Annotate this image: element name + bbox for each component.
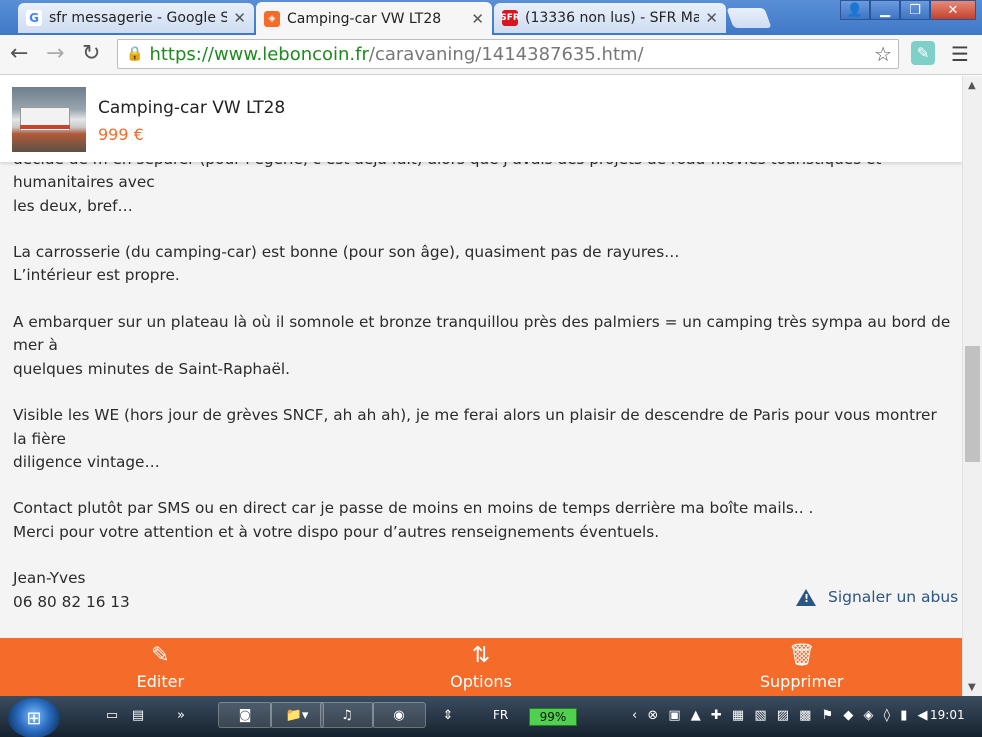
forward-arrow-icon[interactable]: → [46, 41, 64, 66]
tab-sfr-messagerie[interactable]: G sfr messagerie - Google Se ✕ [18, 3, 254, 33]
new-tab-button[interactable] [726, 8, 772, 28]
language-indicator[interactable]: FR [493, 708, 508, 722]
page-content: Camping-car VW LT28 999 € décidé de m’en… [0, 76, 962, 696]
edit-button[interactable]: ✎ Editer [0, 638, 321, 696]
maximize-button[interactable]: ❐ [900, 0, 930, 20]
pencil-icon: ✎ [151, 642, 170, 668]
description-line: A embarquer sur un plateau là où il somn… [13, 313, 951, 355]
tab-label: sfr messagerie - Google Se [49, 10, 228, 26]
description-line: Visible les WE (hors jour de grèves SNCF… [13, 406, 937, 448]
system-tray-icons[interactable]: ‹ ⊗ ▣ ▲ ✚ ▦ ▧ ▨ ▩ ⚑ ◆ ◈ ◊ ▮ ◀ [632, 708, 930, 723]
listing-description: décidé de m’en séparer (pour l’égérie, c… [13, 148, 953, 614]
sort-icon: ⇅ [471, 642, 491, 668]
lock-icon: 🔒 [126, 46, 144, 62]
edit-label: Editer [136, 671, 185, 691]
taskbar-folder-icon[interactable]: 📁▾ [270, 702, 324, 728]
extension-icon[interactable]: ✎ [911, 41, 935, 65]
tab-label: Camping-car VW LT28 [287, 10, 442, 27]
url-host: https://www.leboncoin.fr [149, 43, 369, 65]
warning-icon: ! [796, 588, 816, 606]
listing-title: Camping-car VW LT28 [98, 98, 286, 118]
description-line: diligence vintage… [13, 452, 160, 471]
description-line: L’intérieur est propre. [13, 266, 180, 285]
delete-label: Supprimer [759, 671, 844, 691]
scrollbar-thumb[interactable] [965, 346, 980, 462]
bookmark-star-icon[interactable]: ☆ [874, 42, 892, 66]
scroll-up-icon[interactable]: ▲ [968, 80, 976, 91]
windows-taskbar: ⊞ ▭ ▤ » ◙ 📁▾ ♫ ◉ ⇕ FR 99% ‹ ⊗ ▣ ▲ ✚ ▦ ▧ … [0, 696, 982, 737]
van-stripe [20, 125, 70, 129]
taskbar-music-icon[interactable]: ♫ [320, 702, 374, 728]
tab-sfr-mail[interactable]: SFR (13336 non lus) - SFR Mail ✕ [494, 3, 726, 33]
page-scrollbar[interactable]: ▲ ▼ [962, 76, 982, 696]
window-controls: 👤 ▁ ❐ ✕ [840, 0, 976, 20]
address-bar[interactable]: 🔒 https://www.leboncoin.fr/caravaning/14… [117, 39, 899, 69]
description-line: Merci pour votre attention et à votre di… [13, 522, 660, 541]
description-line: La carrosserie (du camping-car) est bonn… [13, 243, 680, 262]
menu-icon[interactable]: ☰ [951, 42, 969, 66]
profile-icon[interactable]: 👤 [840, 0, 870, 20]
options-label: Options [450, 671, 512, 691]
description-line: les deux, bref… [13, 196, 133, 215]
delete-button[interactable]: 🗑 Supprimer [641, 638, 962, 696]
url-path: /caravaning/1414387635.htm/ [368, 43, 644, 65]
start-button[interactable]: ⊞ [8, 698, 60, 737]
reload-icon[interactable]: ↻ [82, 41, 100, 66]
browser-toolbar: ← → ↻ 🔒 https://www.leboncoin.fr/caravan… [0, 35, 982, 75]
action-bar: ✎ Editer ⇅ Options 🗑 Supprimer [0, 638, 962, 696]
close-window-button[interactable]: ✕ [930, 0, 976, 20]
clock[interactable]: 19:01 [930, 708, 965, 722]
description-line: Contact plutôt par SMS ou en direct car … [13, 499, 814, 518]
tab-camping-car[interactable]: ◈ Camping-car VW LT28 ✕ [256, 2, 492, 35]
listing-price: 999 € [98, 125, 144, 144]
sfr-icon: SFR [500, 10, 520, 26]
window-switch-icon[interactable]: ▤ [124, 702, 152, 728]
minimize-button[interactable]: ▁ [870, 0, 900, 20]
back-arrow-icon[interactable]: ← [10, 41, 28, 66]
description-line: quelques minutes de Saint-Raphaël. [13, 359, 290, 378]
report-abuse-link[interactable]: ! Signaler un abus [796, 588, 958, 606]
show-desktop-icon[interactable]: ▭ [98, 702, 126, 728]
close-icon[interactable]: ✕ [233, 9, 246, 27]
listing-thumbnail[interactable] [12, 87, 86, 152]
leboncoin-icon: ◈ [264, 10, 280, 27]
close-icon[interactable]: ✕ [471, 10, 484, 28]
listing-header: Camping-car VW LT28 999 € [0, 76, 962, 162]
taskbar-chrome-icon[interactable]: ◉ [372, 702, 426, 728]
expand-chevron-icon[interactable]: » [172, 702, 190, 728]
taskbar-app-1[interactable]: ◙ [218, 702, 272, 728]
report-abuse-label: Signaler un abus [828, 588, 959, 606]
close-icon[interactable]: ✕ [705, 9, 718, 27]
trash-icon: 🗑 [787, 642, 816, 668]
browser-titlebar: G sfr messagerie - Google Se ✕ ◈ Camping… [0, 0, 982, 35]
options-button[interactable]: ⇅ Options [321, 638, 642, 696]
taskbar-scroll-icon[interactable]: ⇕ [440, 702, 456, 728]
tab-label: (13336 non lus) - SFR Mail [525, 10, 700, 26]
google-icon: G [26, 10, 42, 26]
battery-indicator[interactable]: 99% [529, 708, 577, 726]
scroll-down-icon[interactable]: ▼ [968, 682, 976, 693]
